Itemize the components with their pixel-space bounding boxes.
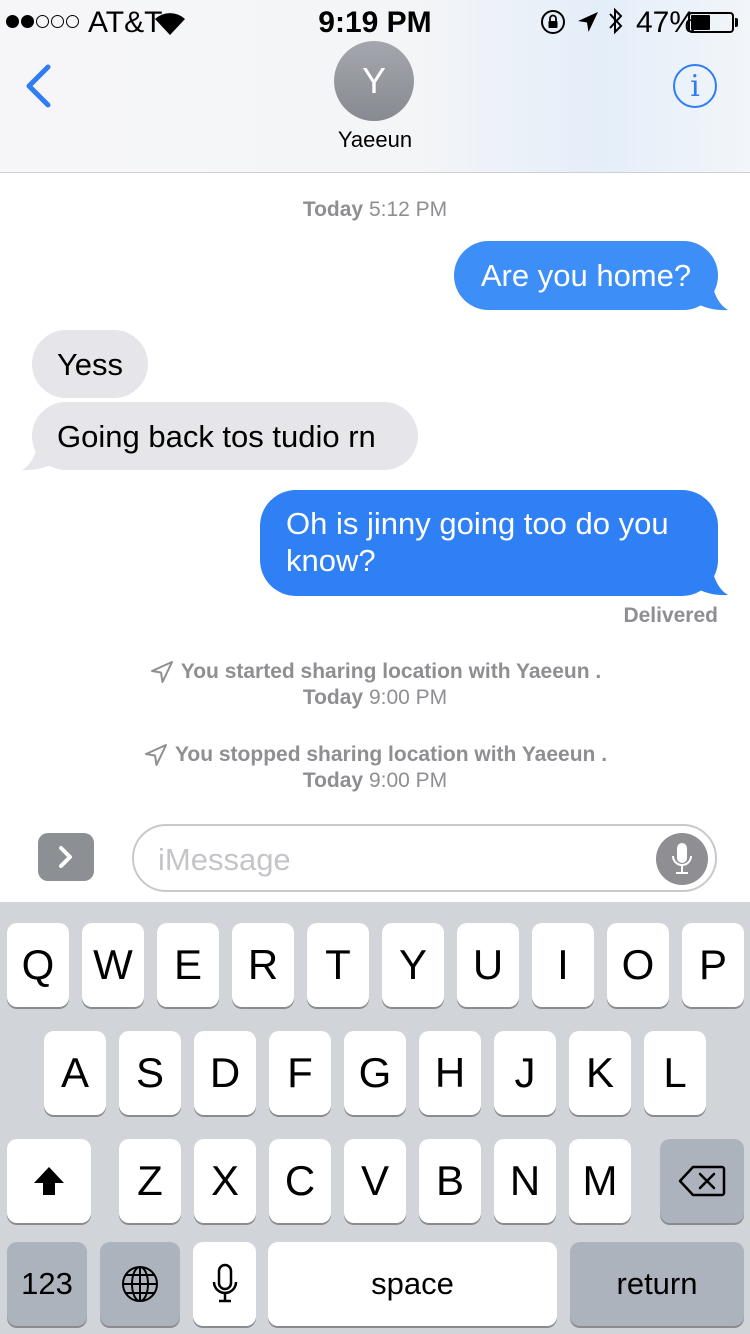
backspace-icon — [678, 1165, 726, 1197]
key-x[interactable]: X — [194, 1139, 256, 1223]
microphone-icon — [212, 1263, 237, 1303]
shift-arrow-icon — [34, 1167, 64, 1195]
outgoing-message[interactable]: Are you home? — [454, 241, 718, 310]
event-time: 9:00 PM — [368, 686, 448, 709]
dictation-key[interactable] — [193, 1242, 256, 1326]
key-z[interactable]: Z — [119, 1139, 181, 1223]
key-w[interactable]: W — [82, 923, 144, 1007]
key-f[interactable]: F — [269, 1031, 331, 1115]
back-chevron-icon[interactable] — [22, 64, 54, 108]
key-o[interactable]: O — [607, 923, 669, 1007]
key-q[interactable]: Q — [7, 923, 69, 1007]
apps-toggle-button[interactable] — [38, 833, 94, 881]
key-a[interactable]: A — [44, 1031, 106, 1115]
key-l[interactable]: L — [644, 1031, 706, 1115]
key-u[interactable]: U — [457, 923, 519, 1007]
location-event: You stopped sharing location with Yaeeun… — [0, 743, 750, 793]
key-n[interactable]: N — [494, 1139, 556, 1223]
conversation-timestamp: Today 5:12 PM — [0, 198, 750, 222]
keyboard: Q W E R T Y U I O P A S D F G H J K L Z … — [0, 902, 750, 1334]
key-s[interactable]: S — [119, 1031, 181, 1115]
event-text: You stopped sharing location with Yaeeun… — [174, 743, 608, 766]
numbers-key[interactable]: 123 — [7, 1242, 87, 1326]
microphone-icon — [672, 843, 692, 874]
event-day: Today — [302, 686, 364, 709]
key-j[interactable]: J — [494, 1031, 556, 1115]
key-b[interactable]: B — [419, 1139, 481, 1223]
message-text: Are you home? — [480, 258, 692, 293]
incoming-message[interactable]: Yess — [32, 330, 148, 398]
battery-level-fill — [691, 15, 710, 30]
outgoing-message[interactable]: Oh is jinny going too do you know? — [260, 490, 718, 596]
key-d[interactable]: D — [194, 1031, 256, 1115]
location-arrow-icon — [144, 744, 167, 766]
contact-name[interactable]: Yaeeun — [0, 127, 750, 153]
battery-terminal — [735, 18, 738, 27]
info-button[interactable]: i — [673, 64, 717, 108]
rotation-lock-icon — [541, 10, 565, 34]
message-text: Going back tos tudio rn — [57, 418, 376, 454]
key-k[interactable]: K — [569, 1031, 631, 1115]
event-day: Today — [302, 769, 364, 792]
key-r[interactable]: R — [232, 923, 294, 1007]
location-arrow-icon — [150, 661, 173, 683]
key-e[interactable]: E — [157, 923, 219, 1007]
event-text: You started sharing location with Yaeeun… — [180, 660, 602, 683]
key-y[interactable]: Y — [382, 923, 444, 1007]
backspace-key[interactable] — [660, 1139, 744, 1223]
shift-key[interactable] — [7, 1139, 91, 1223]
message-text: Oh is jinny going too do you know? — [286, 506, 669, 578]
key-g[interactable]: G — [344, 1031, 406, 1115]
key-v[interactable]: V — [344, 1139, 406, 1223]
globe-icon — [122, 1266, 158, 1302]
avatar-initial: Y — [361, 60, 386, 101]
timestamp-day: Today — [302, 198, 364, 221]
location-arrow-icon — [578, 12, 598, 32]
globe-key[interactable] — [100, 1242, 180, 1326]
location-event: You started sharing location with Yaeeun… — [0, 660, 750, 710]
key-t[interactable]: T — [307, 923, 369, 1007]
key-m[interactable]: M — [569, 1139, 631, 1223]
incoming-message[interactable]: Going back tos tudio rn — [32, 402, 418, 470]
delivered-status: Delivered — [623, 604, 718, 627]
message-input-placeholder: iMessage — [158, 842, 291, 877]
key-h[interactable]: H — [419, 1031, 481, 1115]
space-key[interactable]: space — [268, 1242, 557, 1326]
key-i[interactable]: I — [532, 923, 594, 1007]
chevron-right-icon — [59, 846, 72, 868]
return-key[interactable]: return — [570, 1242, 744, 1326]
info-icon: i — [690, 68, 700, 104]
bluetooth-icon — [609, 7, 623, 35]
event-time: 9:00 PM — [368, 769, 448, 792]
message-text: Yess — [56, 346, 124, 382]
key-p[interactable]: P — [682, 923, 744, 1007]
dictation-button[interactable] — [656, 833, 708, 885]
contact-avatar[interactable]: Y — [334, 41, 414, 121]
timestamp-time: 5:12 PM — [368, 198, 448, 221]
key-c[interactable]: C — [269, 1139, 331, 1223]
